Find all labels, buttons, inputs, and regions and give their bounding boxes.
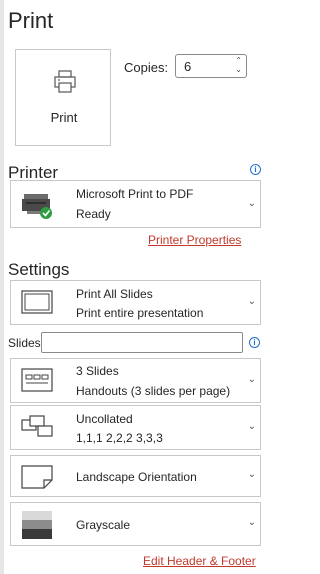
collation-title: Uncollated	[76, 412, 133, 426]
slides-label: Slides:	[8, 336, 45, 350]
landscape-orientation-icon	[21, 465, 55, 494]
copies-value[interactable]: 6	[184, 59, 191, 74]
print-range-subtitle: Print entire presentation	[76, 306, 204, 320]
print-range-select[interactable]: Print All Slides Print entire presentati…	[10, 280, 261, 325]
chevron-down-icon: ⌄	[247, 517, 256, 528]
printer-info-icon[interactable]: i	[250, 164, 261, 175]
print-button-label: Print	[50, 110, 78, 125]
copies-label: Copies:	[124, 60, 169, 75]
layout-title: 3 Slides	[76, 364, 119, 378]
pdf-printer-icon	[21, 189, 55, 226]
handout-layout-icon	[21, 368, 55, 399]
settings-heading: Settings	[8, 260, 70, 279]
chevron-down-icon: ⌄	[247, 374, 256, 385]
grayscale-icon	[21, 510, 55, 545]
slides-input[interactable]	[41, 332, 243, 353]
copies-stepper[interactable]: 6 ⌃ ⌄	[175, 54, 247, 78]
printer-name: Microsoft Print to PDF	[76, 187, 194, 201]
orientation-title: Landscape Orientation	[76, 470, 197, 484]
printer-properties-link[interactable]: Printer Properties	[148, 233, 241, 247]
color-select[interactable]: Grayscale ⌄	[10, 502, 261, 546]
printer-icon	[54, 70, 76, 99]
backstage-left-border	[0, 0, 4, 574]
collation-select[interactable]: Uncollated 1,1,1 2,2,2 3,3,3 ⌄	[10, 405, 261, 450]
page-title: Print	[8, 8, 54, 33]
collation-subtitle: 1,1,1 2,2,2 3,3,3	[76, 431, 163, 445]
layout-subtitle: Handouts (3 slides per page)	[76, 384, 231, 398]
all-slides-icon	[21, 290, 55, 321]
chevron-down-icon: ⌄	[247, 296, 256, 307]
copies-spin-icon[interactable]: ⌃ ⌄	[235, 56, 242, 74]
edit-header-footer-link[interactable]: Edit Header & Footer	[143, 554, 256, 568]
chevron-down-icon: ⌄	[247, 198, 256, 209]
printer-status: Ready	[76, 207, 111, 221]
print-button[interactable]: Print	[15, 49, 111, 146]
chevron-down-icon: ⌄	[247, 469, 256, 480]
printer-select[interactable]: Microsoft Print to PDF Ready ⌄	[10, 180, 261, 228]
uncollated-icon	[21, 414, 55, 447]
print-range-title: Print All Slides	[76, 287, 153, 301]
chevron-down-icon: ⌄	[247, 421, 256, 432]
color-title: Grayscale	[76, 518, 131, 532]
layout-select[interactable]: 3 Slides Handouts (3 slides per page) ⌄	[10, 358, 261, 403]
slides-info-icon[interactable]: i	[249, 337, 260, 348]
orientation-select[interactable]: Landscape Orientation ⌄	[10, 455, 261, 497]
